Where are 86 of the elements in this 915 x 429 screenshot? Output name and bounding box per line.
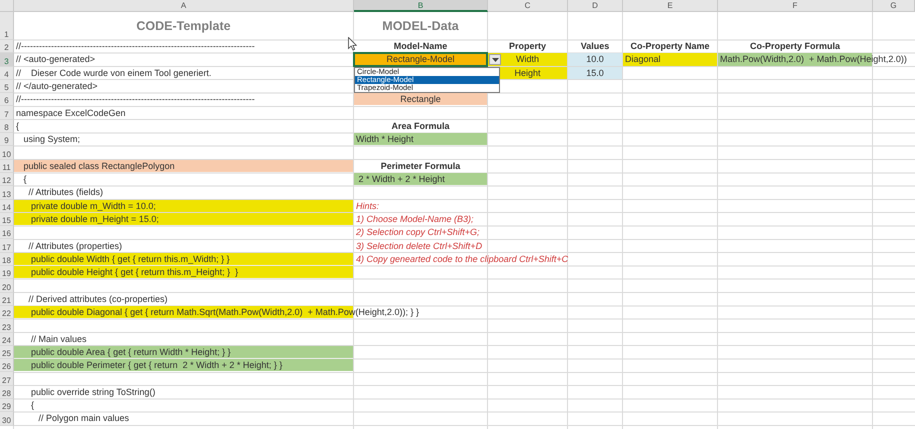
row-header[interactable]: 2 — [0, 40, 14, 54]
row-header[interactable]: 26 — [0, 359, 14, 372]
cell-text: public double Perimeter { get { return 2 * Width + 2 * Height; } } — [30, 359, 282, 372]
cell-text: Width * Height — [356, 133, 414, 146]
row-header[interactable]: 22 — [0, 306, 14, 320]
cell-text: Width — [516, 53, 539, 66]
cell-text: Height — [514, 66, 540, 79]
row-header[interactable]: 1 — [0, 12, 14, 40]
cell-text: Co-Property Formula — [750, 40, 840, 52]
cell-text: CODE-Template — [136, 18, 231, 34]
cell-text: public sealed class RectanglePolygon — [22, 160, 175, 172]
cell-text: // Dieser Code wurde von einem Tool generiert. — [16, 66, 212, 79]
row-header[interactable]: 5 — [0, 80, 14, 94]
row-header[interactable]: 11 — [0, 160, 14, 173]
cell-text: 1) Choose Model-Name (B3); — [356, 213, 474, 225]
row-header[interactable]: 28 — [0, 386, 14, 400]
cell-text: Values — [580, 40, 610, 52]
row-header[interactable]: 29 — [0, 399, 14, 412]
cell-text: Perimeter Formula — [380, 160, 460, 172]
caret-icon — [492, 58, 498, 62]
cell-text: // </auto-generated> — [16, 80, 98, 92]
mouse-pointer-icon — [348, 37, 357, 51]
cell-text: //------------------------------------------------------------------------------ — [16, 93, 255, 106]
column-header[interactable]: B — [354, 0, 488, 12]
column-header[interactable]: G — [873, 0, 915, 12]
row-header[interactable]: 13 — [0, 186, 14, 200]
cell-text: Rectangle-Model — [386, 53, 455, 66]
cell-text: { — [22, 173, 27, 186]
cell-text: 4) Copy genearted code to the clipboard Ctrl+Shift+C — [356, 252, 568, 265]
cell-text: MODEL-Data — [382, 18, 459, 34]
cell-text: public double Width { get { return this.m_Width; } } — [30, 252, 230, 265]
cell-text: Property — [508, 40, 546, 52]
row-header[interactable]: 23 — [0, 319, 14, 333]
cell-text: 15.0 — [586, 66, 604, 79]
column-header[interactable]: E — [623, 0, 718, 12]
row-header[interactable]: 20 — [0, 279, 14, 293]
cell-text: 10.0 — [586, 53, 604, 66]
column-header[interactable]: F — [718, 0, 873, 12]
row-header[interactable]: 24 — [0, 332, 14, 346]
row-header[interactable]: 19 — [0, 266, 14, 280]
cell-text: // Attributes (fields) — [28, 186, 104, 198]
cell-text: public override string ToString() — [30, 386, 156, 398]
cell-text: private double m_Width = 10.0; — [30, 200, 156, 212]
cell-text: using System; — [22, 133, 80, 146]
column-header[interactable]: D — [568, 0, 623, 12]
column-header[interactable]: C — [488, 0, 568, 12]
dropdown-button[interactable] — [489, 54, 501, 66]
cell-text: Hints: — [356, 200, 380, 212]
row-header[interactable]: 3 — [0, 53, 14, 67]
row-header[interactable]: 30 — [0, 412, 14, 426]
row-header[interactable]: 4 — [0, 66, 14, 80]
row-header[interactable]: 6 — [0, 93, 14, 106]
row-header[interactable]: 17 — [0, 239, 14, 253]
row-header[interactable]: 25 — [0, 346, 14, 360]
row-header[interactable]: 7 — [0, 106, 14, 120]
cell-text: // Derived attributes (co-properties) — [28, 292, 168, 305]
row-header[interactable]: 14 — [0, 200, 14, 213]
row-header[interactable]: 15 — [0, 212, 14, 226]
row-header[interactable]: 16 — [0, 226, 14, 240]
row-header[interactable]: 9 — [0, 133, 14, 146]
cell-text: Model-Name — [394, 40, 448, 52]
cell-text: 2 * Width + 2 * Height — [358, 173, 445, 186]
row-header[interactable]: 10 — [0, 146, 14, 160]
cell-text: Rectangle — [400, 93, 441, 106]
cell-text: 2) Selection copy Ctrl+Shift+G; — [356, 226, 480, 238]
cell-text: // <auto-generated> — [16, 53, 96, 66]
row-header[interactable]: 8 — [0, 120, 14, 134]
row-header[interactable]: 12 — [0, 172, 14, 186]
cell-text: Diagonal — [625, 53, 661, 66]
cell-text: Co-Property Name — [630, 40, 710, 52]
cell-text: Area Formula — [391, 120, 450, 132]
column-header[interactable]: A — [14, 0, 354, 12]
cell-text: // Attributes (properties) — [28, 240, 122, 252]
cell-text: // Main values — [30, 332, 87, 345]
cell-text: public double Area { get { return Width * Height; } } — [30, 346, 231, 358]
cell-text: //------------------------------------------------------------------------------ — [16, 40, 255, 52]
row-header[interactable]: 18 — [0, 252, 14, 266]
cell-text: // Polygon main values — [38, 412, 130, 424]
row-header[interactable]: 27 — [0, 372, 14, 386]
cell-text: 3) Selection delete Ctrl+Shift+D — [356, 240, 482, 252]
cell-text: { — [16, 120, 20, 132]
cell-text: namespace ExcelCodeGen — [16, 106, 126, 119]
cell-text: { — [30, 399, 34, 412]
cell-text: public double Height { get { return this.m_Height; } } — [30, 266, 238, 278]
cell-text: private double m_Height = 15.0; — [30, 213, 159, 225]
row-header[interactable]: 21 — [0, 292, 14, 306]
